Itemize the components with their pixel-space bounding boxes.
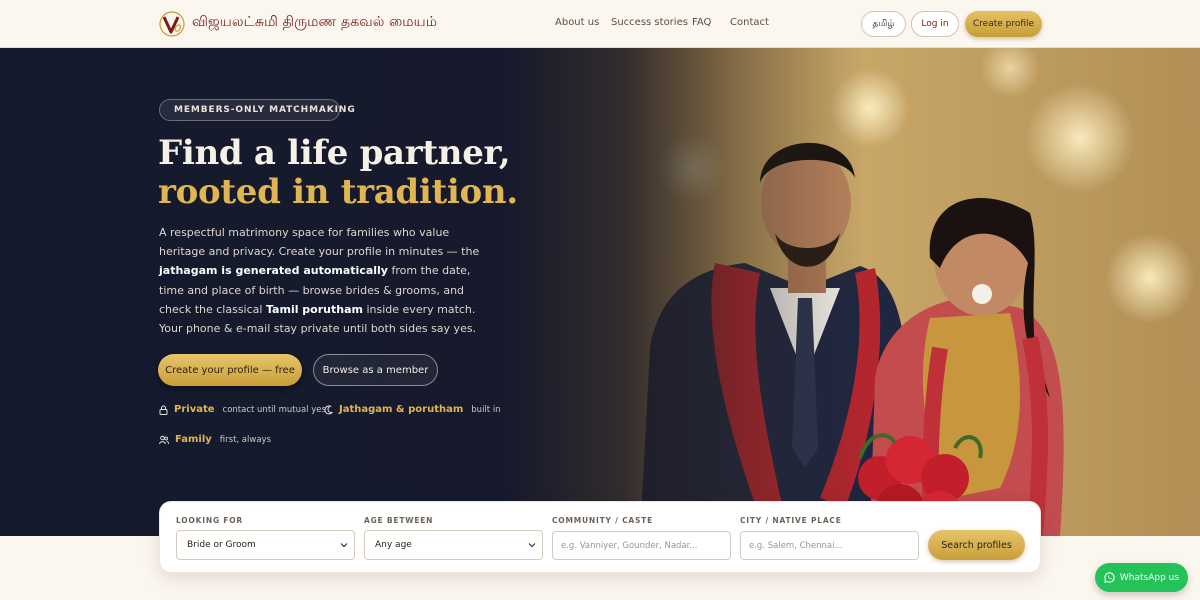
feature-subtitle: first, always — [219, 434, 272, 445]
nav-contact[interactable]: Contact — [730, 17, 769, 28]
create-profile-button[interactable]: Create profile — [965, 11, 1042, 37]
whatsapp-icon — [1104, 572, 1115, 583]
chevron-down-icon — [340, 543, 348, 548]
site-header: விஜயலட்சுமி திருமண தகவல் மையம் About us … — [0, 0, 1200, 48]
hero-description: A respectful matrimony space for familie… — [159, 223, 489, 338]
looking-for-value: Bride or Groom — [187, 540, 256, 550]
nav-faq[interactable]: FAQ — [692, 17, 711, 28]
city-native-place-label: CITY / NATIVE PLACE — [740, 516, 842, 525]
desc-text: A respectful matrimony space for familie… — [159, 226, 480, 259]
users-icon — [159, 435, 169, 444]
members-only-badge: MEMBERS-ONLY MATCHMAKING — [159, 99, 355, 121]
nav-about-us[interactable]: About us — [555, 17, 599, 28]
whatsapp-label: WhatsApp us — [1119, 572, 1180, 583]
feature-jathagam: Jathagam & porutham built in — [324, 404, 501, 415]
feature-title: Family — [175, 434, 212, 445]
brand-name[interactable]: விஜயலட்சுமி திருமண தகவல் மையம் — [192, 14, 437, 32]
create-profile-free-button[interactable]: Create your profile — free — [158, 354, 302, 386]
feature-title: Jathagam & porutham — [339, 404, 464, 415]
login-button[interactable]: Log in — [911, 11, 959, 37]
desc-bold-porutham: Tamil porutham — [265, 302, 363, 316]
hero-section: MEMBERS-ONLY MATCHMAKING Find a life par… — [0, 48, 1200, 536]
brand-logo-icon[interactable] — [158, 11, 186, 37]
looking-for-select[interactable]: Bride or Groom — [176, 530, 355, 560]
language-toggle-button[interactable]: தமிழ் — [861, 11, 906, 37]
feature-subtitle: contact until mutual yes — [222, 404, 326, 415]
search-profiles-button[interactable]: Search profiles — [928, 530, 1025, 560]
profile-search-card: LOOKING FOR Bride or Groom AGE BETWEEN A… — [159, 501, 1041, 573]
age-between-select[interactable]: Any age — [364, 530, 543, 560]
badge-label: MEMBERS-ONLY MATCHMAKING — [174, 105, 356, 115]
age-between-value: Any age — [375, 540, 412, 550]
feature-family: Family first, always — [159, 434, 271, 445]
hero-title-line1: Find a life partner, — [158, 133, 511, 173]
looking-for-label: LOOKING FOR — [176, 516, 243, 525]
community-caste-input[interactable]: e.g. Vanniyer, Gounder, Nadar... — [552, 531, 731, 560]
desc-bold-jathagam: jathagam is generated automatically — [159, 264, 388, 278]
browse-as-member-button[interactable]: Browse as a member — [313, 354, 438, 386]
age-between-label: AGE BETWEEN — [364, 516, 434, 525]
moon-icon — [324, 404, 333, 414]
community-caste-label: COMMUNITY / CASTE — [552, 516, 654, 525]
hero-title-line2: rooted in tradition. — [158, 172, 518, 212]
nav-success-stories[interactable]: Success stories — [611, 17, 688, 28]
feature-title: Private — [174, 404, 215, 415]
feature-subtitle: built in — [471, 404, 501, 415]
city-native-place-input[interactable]: e.g. Salem, Chennai... — [740, 531, 919, 560]
lock-icon — [159, 405, 168, 415]
feature-private: Private contact until mutual yes — [159, 404, 326, 415]
whatsapp-button[interactable]: WhatsApp us — [1095, 563, 1188, 592]
chevron-down-icon — [528, 543, 536, 548]
